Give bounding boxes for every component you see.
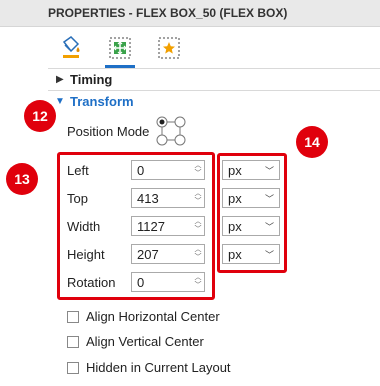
tab-bar xyxy=(0,27,380,68)
callout-badge: 14 xyxy=(296,126,328,158)
tab-style[interactable] xyxy=(56,33,86,63)
expand-arrow-icon[interactable]: ▼ xyxy=(55,96,65,107)
highlight-box xyxy=(217,153,287,273)
tab-transform[interactable] xyxy=(105,33,135,68)
align-horizontal-label: Align Horizontal Center xyxy=(86,309,220,324)
panel-title: PROPERTIES - FLEX BOX_50 (FLEX BOX) xyxy=(48,6,288,20)
hidden-layout-checkbox[interactable] xyxy=(67,362,79,374)
tab-effects[interactable] xyxy=(154,33,184,63)
star-frame-icon xyxy=(158,37,180,59)
position-mode-selector[interactable] xyxy=(154,114,188,148)
callout-badge: 13 xyxy=(6,163,38,195)
align-vertical-label: Align Vertical Center xyxy=(86,334,204,349)
hidden-layout-label: Hidden in Current Layout xyxy=(86,360,231,375)
panel-header: PROPERTIES - FLEX BOX_50 (FLEX BOX) xyxy=(0,0,380,27)
position-mode-label: Position Mode xyxy=(67,124,150,139)
section-timing[interactable]: Timing xyxy=(70,72,112,87)
section-transform[interactable]: Transform xyxy=(70,94,134,109)
callout-badge: 12 xyxy=(24,100,56,132)
divider xyxy=(48,90,380,91)
highlight-box xyxy=(57,152,215,300)
align-vertical-checkbox[interactable] xyxy=(67,336,79,348)
paint-bucket-icon xyxy=(62,36,80,58)
divider xyxy=(48,68,380,69)
collapse-arrow-icon[interactable]: ▶ xyxy=(56,74,64,85)
move-icon xyxy=(109,37,131,59)
align-horizontal-checkbox[interactable] xyxy=(67,311,79,323)
